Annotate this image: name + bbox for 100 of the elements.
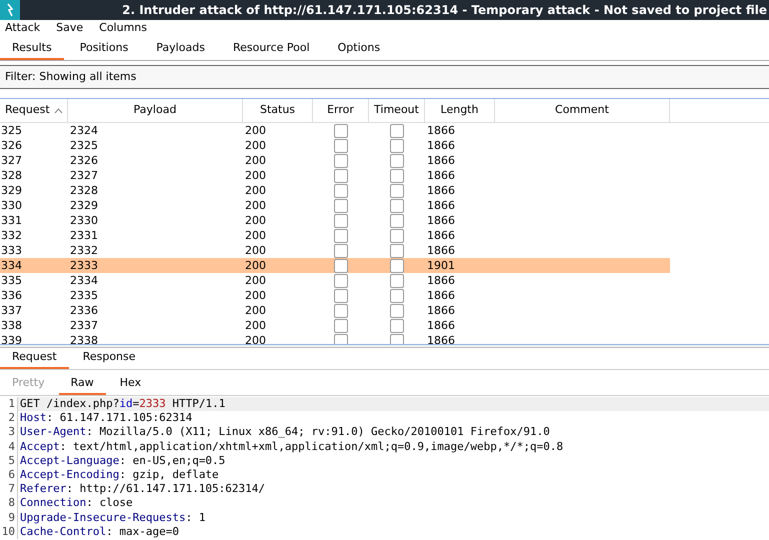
table-cell-text: 2326 [69, 153, 99, 168]
tab[interactable]: Request [0, 348, 69, 369]
table-cell-text: 1866 [426, 138, 456, 153]
checkbox[interactable] [390, 124, 404, 138]
checkbox[interactable] [334, 184, 348, 198]
checkbox[interactable] [334, 228, 348, 242]
table-cell-text: 2324 [69, 123, 99, 138]
column-header[interactable]: Payload [68, 99, 243, 122]
checkbox[interactable] [390, 168, 404, 182]
window-title: 2. Intruder attack of http://61.147.171.105:62314 - Temporary attack - Not saved to project file [122, 2, 768, 19]
table-cell-text: 200 [244, 213, 267, 228]
checkbox[interactable] [390, 228, 404, 242]
checkbox[interactable] [390, 184, 404, 198]
table-cell-text: 2331 [69, 228, 99, 243]
code-line: Upgrade-Insecure-Requests: 1 [19, 510, 206, 525]
table-cell-text: 1866 [426, 153, 456, 168]
menu-item[interactable]: Attack [0, 20, 46, 37]
checkbox[interactable] [390, 138, 404, 152]
table-cell-text: 1866 [426, 273, 456, 288]
checkbox[interactable] [390, 304, 404, 318]
line-number: 9 [0, 510, 18, 525]
line-number: 3 [0, 425, 18, 440]
checkbox[interactable] [334, 214, 348, 228]
filter-bar[interactable]: Filter: Showing all items [0, 65, 769, 89]
tab[interactable]: Positions [68, 38, 140, 60]
sort-up-icon [54, 108, 63, 114]
table-cell-text: 200 [244, 273, 267, 288]
table-cell-text: 200 [244, 198, 267, 213]
table-cell-text: 1866 [426, 333, 456, 344]
table-cell-text: 200 [244, 183, 267, 198]
checkbox[interactable] [334, 124, 348, 138]
line-number: 10 [0, 524, 18, 539]
column-header[interactable]: Status [243, 99, 313, 122]
checkbox[interactable] [334, 318, 348, 332]
column-header[interactable]: Timeout [369, 99, 425, 122]
table-cell-text: 1901 [426, 258, 456, 273]
checkbox[interactable] [390, 258, 404, 272]
checkbox[interactable] [390, 274, 404, 288]
checkbox[interactable] [334, 288, 348, 302]
checkbox[interactable] [334, 304, 348, 318]
checkbox[interactable] [334, 154, 348, 168]
table-cell-text: 2337 [69, 318, 99, 333]
table-cell-text: 200 [244, 243, 267, 258]
table-cell-text: 200 [244, 123, 267, 138]
checkbox[interactable] [334, 334, 348, 344]
table-cell-text: 200 [244, 288, 267, 303]
line-number: 5 [0, 454, 18, 468]
table-cell-text: 339 [0, 333, 23, 344]
tab[interactable]: Raw [58, 373, 106, 395]
code-line: Referer: http://61.147.171.105:62314/ [19, 482, 266, 496]
table-cell-text: 200 [244, 258, 267, 273]
code-line: Cache-Control: max-age=0 [19, 524, 180, 539]
tab[interactable]: Response [70, 348, 148, 369]
table-cell-text: 334 [0, 258, 23, 273]
code-line: Accept-Language: en-US,en;q=0.5 [19, 454, 226, 468]
tab[interactable]: Resource Pool [220, 38, 322, 60]
checkbox[interactable] [390, 154, 404, 168]
table-cell-text: 2325 [69, 138, 99, 153]
table-cell-text: 1866 [426, 183, 456, 198]
checkbox[interactable] [334, 198, 348, 212]
checkbox[interactable] [390, 214, 404, 228]
checkbox[interactable] [334, 258, 348, 272]
tab[interactable]: Results [0, 38, 64, 60]
table-cell-text: 200 [244, 228, 267, 243]
checkbox[interactable] [334, 138, 348, 152]
column-header[interactable]: Error [313, 99, 369, 122]
column-header[interactable]: Comment [495, 99, 670, 122]
table-cell-text: 2333 [69, 258, 99, 273]
checkbox[interactable] [390, 334, 404, 344]
table-cell-text: 326 [0, 138, 23, 153]
table-cell-text: 1866 [426, 288, 456, 303]
table-cell-text: 337 [0, 303, 23, 318]
menu-item[interactable]: Columns [94, 20, 152, 37]
tab[interactable]: Payloads [144, 38, 217, 60]
column-header[interactable]: Request [0, 99, 68, 122]
code-line: Accept: text/html,application/xhtml+xml,application/xml;q=0.9,image/webp,*/*;q=0.8 [19, 440, 564, 454]
table-cell-text: 333 [0, 243, 23, 258]
table-cell-text: 327 [0, 153, 23, 168]
column-header[interactable]: Length [425, 99, 495, 122]
code-line: Connection: close [19, 496, 134, 510]
checkbox[interactable] [334, 274, 348, 288]
table-cell-text: 335 [0, 273, 23, 288]
line-number: 4 [0, 440, 18, 454]
table-cell-text: 200 [244, 153, 267, 168]
tab[interactable]: Hex [108, 373, 154, 395]
checkbox[interactable] [390, 318, 404, 332]
menu-item[interactable]: Save [51, 20, 88, 37]
checkbox[interactable] [334, 168, 348, 182]
checkbox[interactable] [334, 244, 348, 258]
tab[interactable]: Options [326, 38, 392, 60]
table-row[interactable]: 334 2333 200 1901 [0, 258, 670, 273]
table-cell-text: 200 [244, 303, 267, 318]
table-cell-text: 1866 [426, 243, 456, 258]
checkbox[interactable] [390, 288, 404, 302]
checkbox[interactable] [390, 198, 404, 212]
table-cell-text: 1866 [426, 318, 456, 333]
table-cell-text: 200 [244, 318, 267, 333]
table-cell-text: 325 [0, 123, 23, 138]
code-line: Accept-Encoding: gzip, deflate [19, 468, 220, 482]
checkbox[interactable] [390, 244, 404, 258]
